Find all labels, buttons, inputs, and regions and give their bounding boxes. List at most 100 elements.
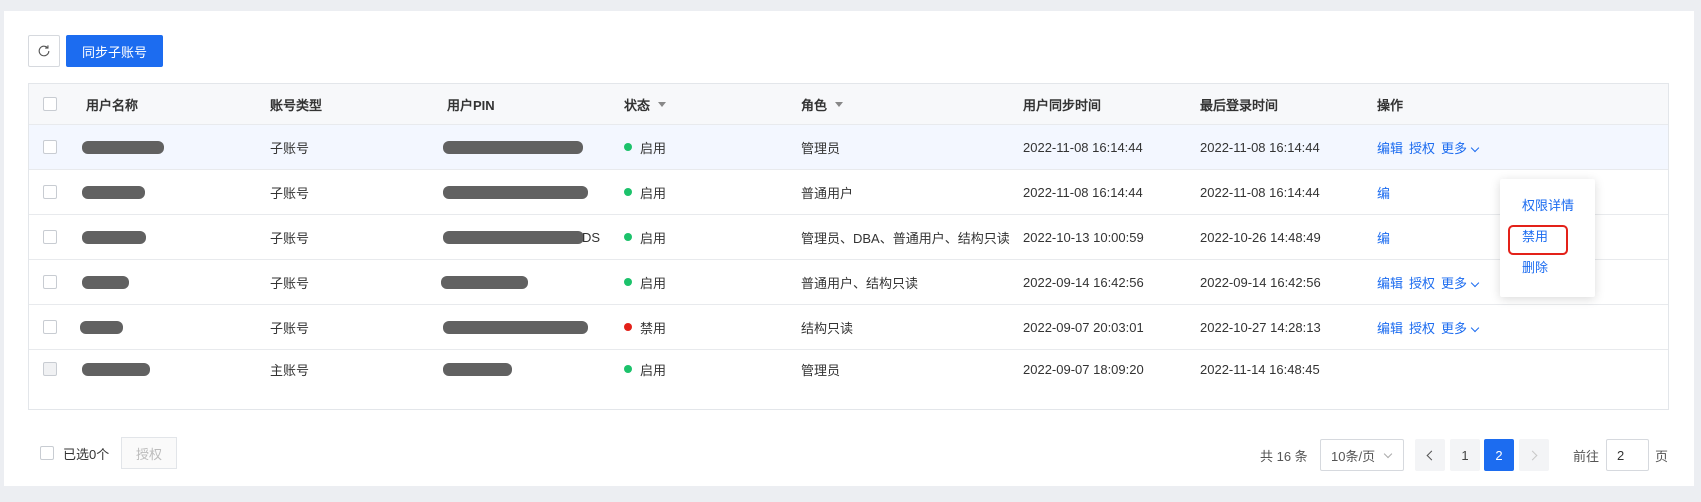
last-login-time: 2022-11-08 16:14:44 [1200,184,1320,200]
col-actions: 操作 [1377,97,1404,113]
refresh-button[interactable] [28,35,60,67]
page-button-1[interactable]: 1 [1450,439,1480,471]
status-dot [624,323,632,331]
status-cell: 启用 [624,260,666,304]
chevron-right-icon [1527,450,1538,460]
table-row[interactable]: 主账号 启用 管理员 2022-09-07 18:09:20 2022-11-1… [29,350,1668,388]
chevron-down-icon [1383,449,1393,459]
col-status[interactable]: 状态 [624,84,667,124]
caret-down-icon [835,101,844,107]
more-link[interactable]: 更多 [1441,273,1480,292]
menu-item-permission-details[interactable]: 权限详情 [1522,195,1574,214]
username-redacted [82,230,146,244]
pin-redacted [443,185,588,199]
jump-suffix: 页 [1655,448,1669,464]
edit-link[interactable]: 编辑 [1377,273,1403,292]
last-login-time: 2022-11-14 16:48:45 [1200,361,1320,377]
row-checkbox[interactable] [43,140,57,154]
page-size-select[interactable]: 10条/页 [1320,439,1404,471]
table-header: 用户名称 账号类型 用户PIN 状态 角色 用户同步时间 最后登录时间 操作 [29,84,1668,125]
sync-time: 2022-11-08 16:14:44 [1023,184,1143,200]
status-cell: 启用 [624,215,666,259]
pin-suffix: DS [582,229,601,245]
batch-authorize-button[interactable]: 授权 [121,437,178,469]
col-sync-time: 用户同步时间 [1023,97,1102,113]
last-login-time: 2022-10-26 14:48:49 [1200,229,1321,245]
sync-time: 2022-09-07 20:03:01 [1023,319,1144,335]
edit-link[interactable]: 编辑 [1377,318,1403,337]
edit-link[interactable]: 编 [1377,228,1390,247]
role: 管理员 [801,362,841,378]
authorize-link[interactable]: 授权 [1409,273,1435,292]
authorize-link[interactable]: 授权 [1409,318,1435,337]
status-text: 禁用 [640,320,667,336]
toolbar: 同步子账号 [28,35,164,67]
role: 普通用户、结构只读 [801,275,919,291]
status-cell: 启用 [624,125,666,169]
select-all-checkbox[interactable] [43,97,57,111]
status-dot [624,233,632,241]
authorize-link[interactable]: 授权 [1409,138,1435,157]
sync-time: 2022-09-14 16:42:56 [1023,274,1144,290]
chevron-down-icon [1470,278,1480,287]
pin-redacted [443,320,588,334]
jump-page-input[interactable] [1606,439,1649,471]
actions-cell: 编辑 授权 更多 [1377,305,1484,349]
prev-page-button[interactable] [1415,439,1445,471]
last-login-time: 2022-09-14 16:42:56 [1200,274,1321,290]
table-row[interactable]: 子账号 DS 启用 管理员、DBA、普通用户、结构只读 2022-10-13 1… [29,215,1668,260]
more-label: 更多 [1441,320,1468,336]
next-page-button[interactable] [1519,439,1549,471]
account-type: 主账号 [270,362,310,378]
menu-item-disable[interactable]: 禁用 [1522,226,1548,245]
username-redacted [82,185,145,199]
sync-time: 2022-11-08 16:14:44 [1023,139,1143,155]
status-cell: 禁用 [624,305,666,349]
page-size-value: 10条/页 [1331,448,1376,464]
edit-link[interactable]: 编 [1377,183,1390,202]
menu-item-delete[interactable]: 删除 [1522,257,1548,276]
total-count: 共 16 条 [1260,448,1308,464]
more-link[interactable]: 更多 [1441,318,1480,337]
table-row[interactable]: 子账号 启用 管理员 2022-11-08 16:14:44 2022-11-0… [29,125,1668,170]
status-text: 启用 [640,362,667,378]
row-checkbox[interactable] [43,275,57,289]
more-link[interactable]: 更多 [1441,138,1480,157]
sync-subaccount-button[interactable]: 同步子账号 [66,35,164,67]
role: 结构只读 [801,320,854,336]
table-row[interactable]: 子账号 启用 普通用户、结构只读 2022-09-14 16:42:56 202… [29,260,1668,305]
account-type: 子账号 [270,275,310,291]
row-checkbox[interactable] [43,320,57,334]
table-row[interactable]: 子账号 禁用 结构只读 2022-09-07 20:03:01 2022-10-… [29,305,1668,350]
content-panel: 同步子账号 用户名称 账号类型 用户PIN 状态 角色 用户同步时间 最后登录时… [4,11,1694,486]
username-redacted [80,320,123,334]
pin-redacted [443,230,584,244]
row-checkbox[interactable] [43,362,57,376]
col-account-type: 账号类型 [270,97,323,113]
col-role[interactable]: 角色 [801,84,844,124]
row-checkbox[interactable] [43,230,57,244]
username-redacted [82,275,129,289]
col-role-label: 角色 [801,97,828,113]
status-dot [624,188,632,196]
status-dot [624,365,632,373]
footer-select-checkbox[interactable] [40,446,54,460]
col-user-pin: 用户PIN [447,97,495,113]
table-row[interactable]: 子账号 启用 普通用户 2022-11-08 16:14:44 2022-11-… [29,170,1668,215]
account-type: 子账号 [270,140,310,156]
chevron-down-icon [1470,323,1480,332]
account-type: 子账号 [270,320,310,336]
role: 普通用户 [801,185,854,201]
username-redacted [82,362,150,376]
chevron-down-icon [1470,143,1480,152]
sync-time: 2022-09-07 18:09:20 [1023,361,1144,377]
refresh-icon [38,45,50,57]
batch-select: 已选0个 [40,437,109,469]
sync-time: 2022-10-13 10:00:59 [1023,229,1144,245]
row-checkbox[interactable] [43,185,57,199]
status-dot [624,143,632,151]
page-button-2[interactable]: 2 [1484,439,1514,471]
status-text: 启用 [640,140,667,156]
edit-link[interactable]: 编辑 [1377,138,1403,157]
caret-down-icon [658,101,667,107]
